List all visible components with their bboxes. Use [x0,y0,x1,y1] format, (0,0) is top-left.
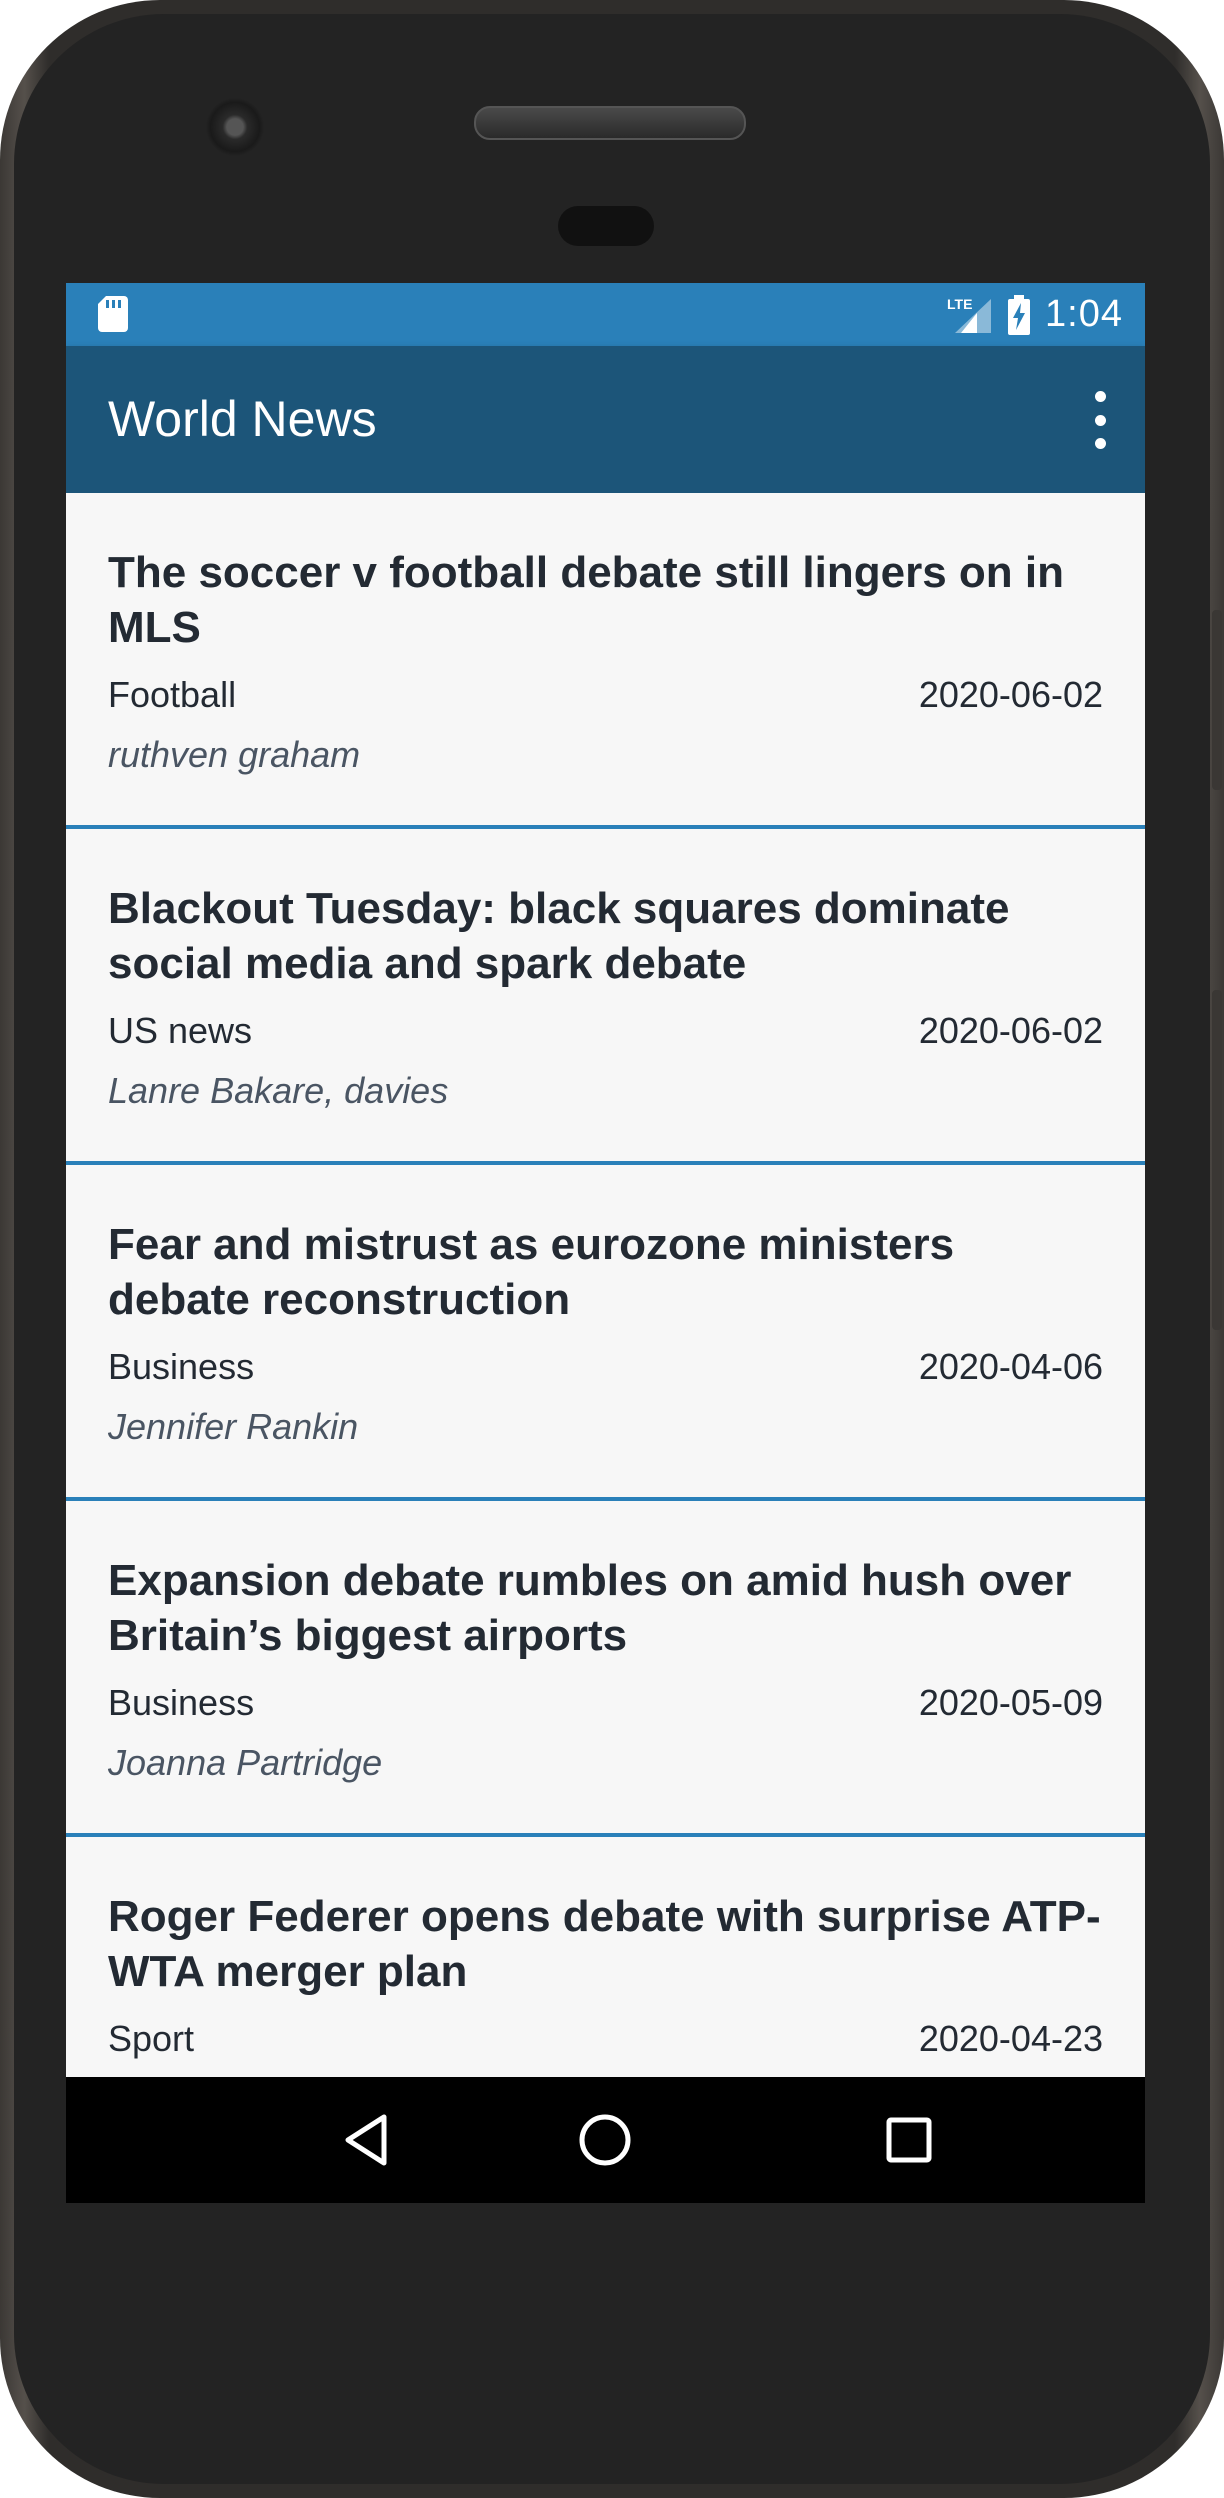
news-section: Sport [108,2018,195,2059]
news-author: Jennifer Rankin [108,1406,359,1447]
app-bar: World News [66,346,1145,493]
news-section: US news [108,1010,253,1051]
news-list: The soccer v football debate still linge… [66,493,1145,2173]
navigation-bar [66,2077,1145,2203]
news-author: Joanna Partridge [108,1742,383,1783]
news-card[interactable]: The soccer v football debate still linge… [66,493,1145,829]
news-author: ruthven graham [108,734,361,775]
news-title: Roger Federer opens debate with surprise… [108,1892,1101,1996]
recents-icon[interactable] [876,2107,942,2173]
news-date: 2020-05-09 [918,1682,1103,1723]
volume-button[interactable] [1212,990,1222,1330]
sd-card-icon [98,296,128,332]
power-button[interactable] [1212,610,1222,790]
front-camera [206,98,264,156]
status-time: 1:04 [1045,293,1123,335]
news-card[interactable]: Blackout Tuesday: black squares dominate… [66,829,1145,1165]
news-title: Fear and mistrust as eurozone ministers … [108,1220,955,1324]
news-title: Expansion debate rumbles on amid hush ov… [108,1556,1072,1660]
news-title: Blackout Tuesday: black squares dominate… [108,884,1010,988]
app-title: World News [108,391,377,447]
signal-icon: LTE [947,296,992,333]
news-title: The soccer v football debate still linge… [108,548,1064,652]
proximity-sensor [558,206,654,246]
news-date: 2020-04-06 [918,1346,1103,1387]
news-section: Football [108,674,237,715]
news-section: Business [108,1682,255,1723]
status-bar: LTE 1:04 [66,283,1145,346]
news-card[interactable]: Fear and mistrust as eurozone ministers … [66,1165,1145,1501]
home-icon[interactable] [572,2107,638,2173]
screen: LTE 1:04 World News The soccer v footbal… [66,283,1145,2203]
news-date: 2020-06-02 [918,1010,1103,1051]
news-date: 2020-06-02 [918,674,1103,715]
back-icon[interactable] [336,2107,402,2173]
svg-text:LTE: LTE [947,296,972,312]
more-vert-icon[interactable] [1085,391,1115,449]
earpiece-speaker [474,106,746,140]
news-section: Business [108,1346,255,1387]
battery-charging-icon [1008,294,1031,335]
news-author: Lanre Bakare, davies [108,1070,449,1111]
status-icons: LTE 1:04 [947,283,1123,346]
news-card[interactable]: Expansion debate rumbles on amid hush ov… [66,1501,1145,1837]
news-date: 2020-04-23 [918,2018,1103,2059]
